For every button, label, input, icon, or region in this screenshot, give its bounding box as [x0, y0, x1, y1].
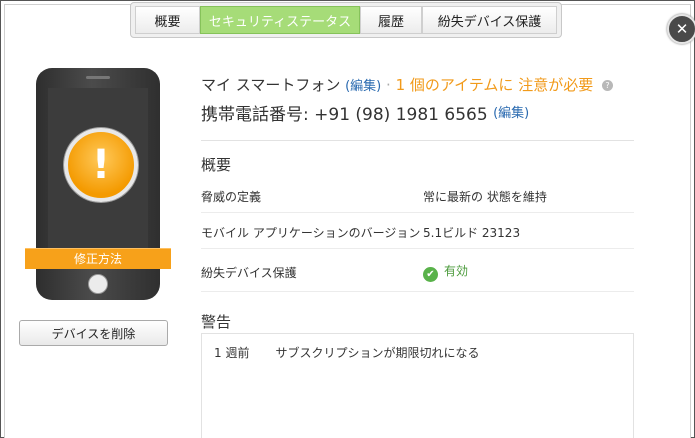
warning-time: 1 週前: [214, 346, 250, 360]
alert-glyph: !: [91, 142, 111, 188]
row-key: 脅威の定義: [201, 190, 262, 204]
row-value: 5.1ビルド 23123: [423, 226, 521, 240]
tab-security-status[interactable]: セキュリティステータス: [200, 6, 360, 34]
tab-bar: 概要 セキュリティステータス 履歴 紛失デバイス保護: [130, 2, 562, 38]
row-key: 紛失デバイス保護: [201, 266, 297, 280]
tab-overview[interactable]: 概要: [135, 6, 200, 34]
fix-button[interactable]: 修正方法: [25, 248, 171, 269]
row-value: ✔ 有効: [423, 262, 468, 282]
exclamation-icon: !: [64, 128, 138, 202]
device-title: マイ スマートフォン (編集) · 1 個のアイテムに 注意が必要 ?: [201, 74, 613, 95]
edit-phone-link[interactable]: (編集): [493, 106, 529, 121]
attention-warning[interactable]: 1 個のアイテムに 注意が必要: [396, 76, 594, 94]
table-row: 脅威の定義 常に最新の 状態を維持: [201, 177, 634, 213]
separator: ·: [386, 76, 391, 94]
warnings-list: 1 週前 サブスクリプションが期限切れになる: [201, 333, 634, 438]
row-key: モバイル アプリケーションのバージョン: [201, 226, 421, 240]
tab-lost-device-protection[interactable]: 紛失デバイス保護: [422, 6, 557, 34]
edit-name-link[interactable]: (編集): [345, 79, 381, 94]
table-row: モバイル アプリケーションのバージョン 5.1ビルド 23123: [201, 213, 634, 249]
phone-speaker: [86, 76, 110, 79]
check-icon: ✔: [423, 267, 438, 282]
row-value: 常に最新の 状態を維持: [423, 190, 547, 204]
remove-device-button[interactable]: デバイスを削除: [19, 320, 168, 346]
phone-number-line: 携帯電話番号: +91 (98) 1981 6565 (編集): [201, 100, 529, 125]
help-icon[interactable]: ?: [601, 80, 613, 91]
list-item: 1 週前 サブスクリプションが期限切れになる: [214, 344, 479, 361]
phone-number: 携帯電話番号: +91 (98) 1981 6565: [201, 105, 488, 125]
warnings-title: 警告: [201, 313, 232, 331]
warning-description: サブスクリプションが期限切れになる: [275, 346, 480, 360]
phone-home-button: [88, 274, 108, 294]
overview-title: 概要: [201, 156, 232, 174]
tab-history[interactable]: 履歴: [360, 6, 422, 34]
status-enabled: 有効: [444, 264, 469, 278]
table-row: 紛失デバイス保護 ✔ 有効: [201, 252, 634, 292]
divider: [201, 140, 634, 141]
device-name: マイ スマートフォン: [201, 76, 341, 94]
close-icon[interactable]: ✕: [667, 14, 695, 44]
